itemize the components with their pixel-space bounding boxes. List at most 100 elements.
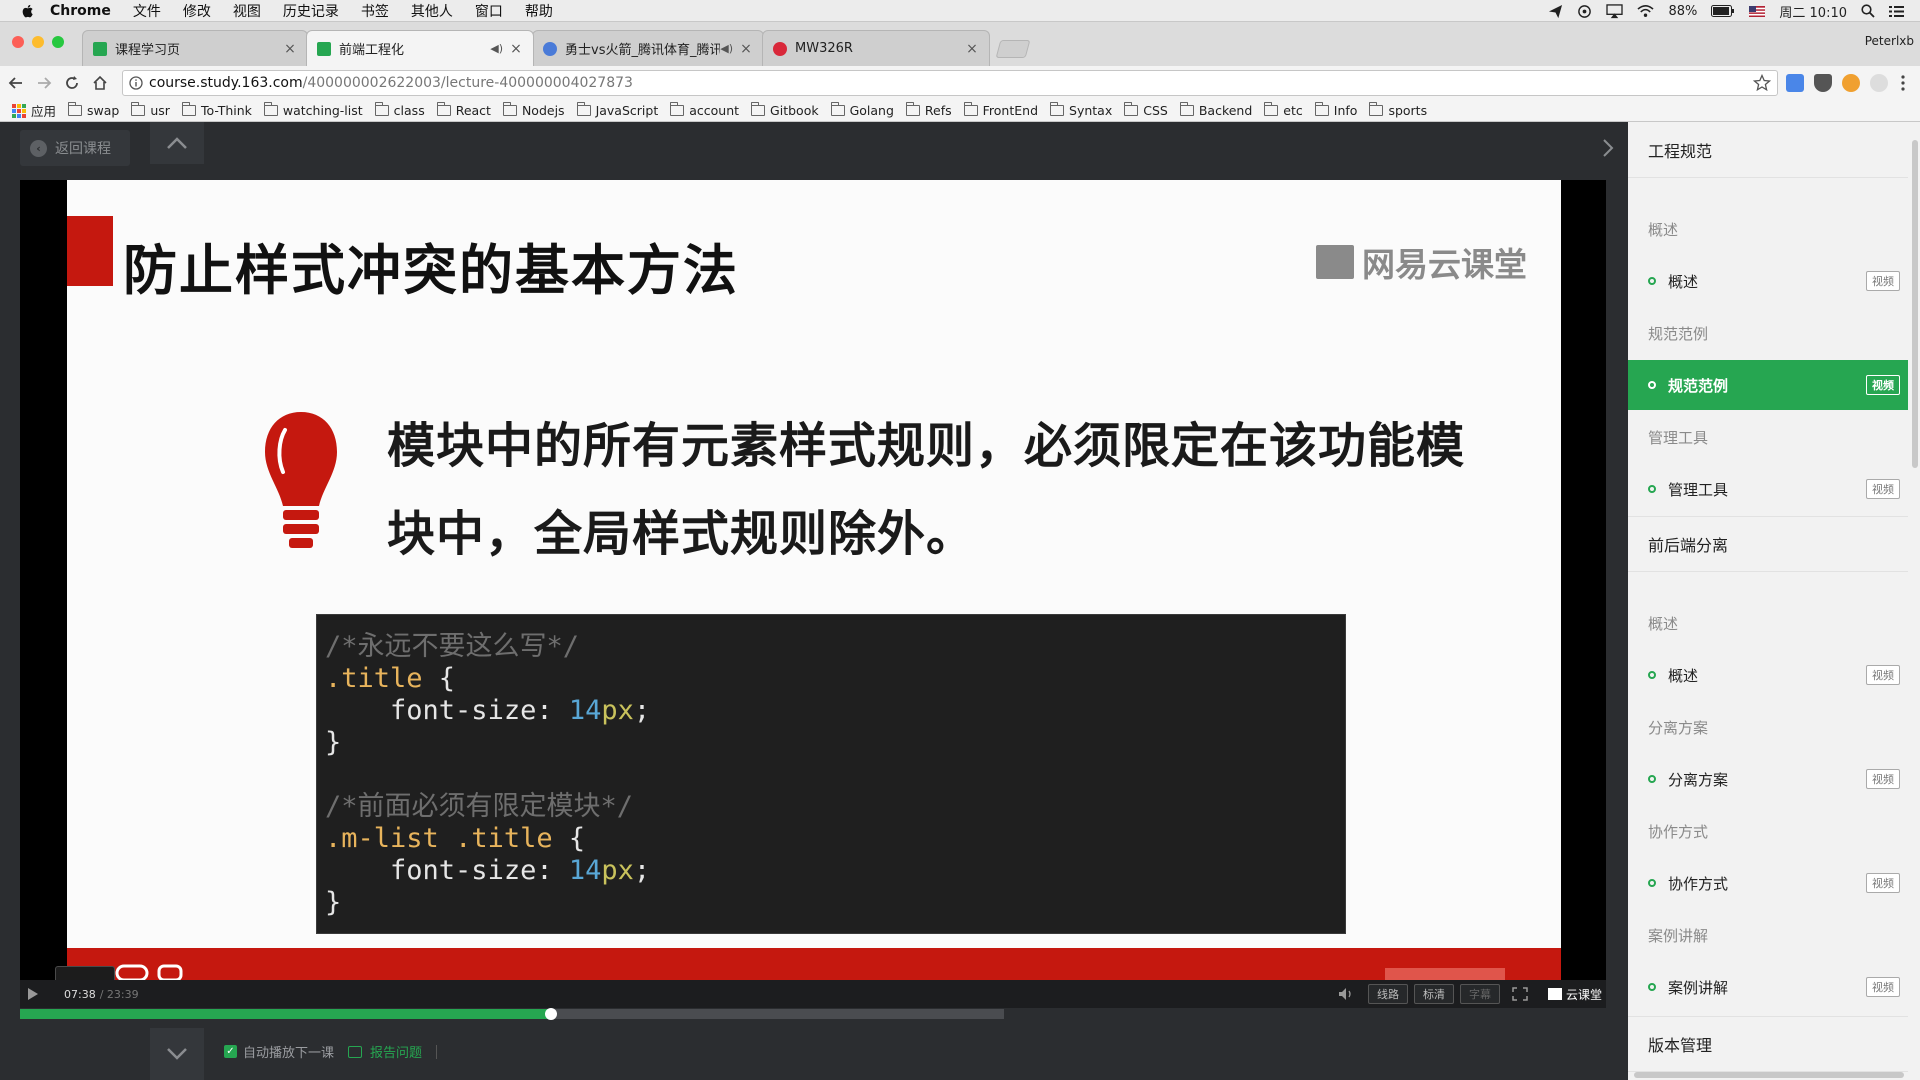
bookmark-folder-css[interactable]: CSS <box>1124 102 1168 118</box>
lesson-item[interactable]: 概述 视频 <box>1628 650 1908 700</box>
menu-window[interactable]: 窗口 <box>475 1 503 21</box>
tab-close-icon[interactable]: × <box>965 41 979 57</box>
slide-footer-bar <box>67 948 1561 980</box>
bookmark-folder-etc[interactable]: etc <box>1264 102 1303 118</box>
video-frame[interactable]: 防止样式冲突的基本方法 网易云课堂 模块中的所有元素样式规则，必须限定在该功能模… <box>20 180 1606 980</box>
tab-close-icon[interactable]: × <box>283 41 297 57</box>
autoplay-label[interactable]: 自动播放下一课 <box>243 1042 334 1061</box>
tab-close-icon[interactable]: × <box>739 41 753 57</box>
profile-name[interactable]: Peterlxb <box>1865 34 1914 48</box>
notification-center-icon[interactable] <box>1889 5 1904 18</box>
tab-frontend-engineering[interactable]: 前端工程化 ◀) × <box>306 30 534 66</box>
bookmark-folder-to-think[interactable]: To-Think <box>181 102 252 118</box>
speaker-icon[interactable]: ◀) <box>490 42 503 55</box>
menu-edit[interactable]: 修改 <box>183 1 211 21</box>
window-close-button[interactable] <box>12 36 24 48</box>
bookmark-folder-nodejs[interactable]: Nodejs <box>502 102 565 118</box>
tab-router-admin[interactable]: MW326R × <box>762 30 990 66</box>
menu-file[interactable]: 文件 <box>133 1 161 21</box>
progress-handle[interactable] <box>545 1008 558 1020</box>
send-icon[interactable] <box>1548 4 1563 19</box>
chapter-heading[interactable]: 工程规范 <box>1628 122 1908 178</box>
route-select-button[interactable]: 线路 <box>1367 984 1408 1004</box>
chrome-menu-icon[interactable] <box>1900 74 1906 92</box>
lesson-item[interactable]: 分离方案 视频 <box>1628 754 1908 804</box>
tab-sports-news[interactable]: 勇士vs火箭_腾讯体育_腾讯网 ◀) × <box>532 30 764 66</box>
translate-extension-icon[interactable] <box>1786 74 1804 92</box>
window-zoom-button[interactable] <box>52 36 64 48</box>
lesson-item[interactable]: 案例讲解 视频 <box>1628 962 1908 1012</box>
volume-icon[interactable] <box>1338 987 1354 1001</box>
quality-select-button[interactable]: 标清 <box>1413 984 1454 1004</box>
extension-icon[interactable] <box>1870 74 1888 92</box>
report-issue-link[interactable]: 报告问题 <box>348 1042 422 1061</box>
tab-course-study-page[interactable]: 课程学习页 × <box>82 30 308 66</box>
back-to-course-button[interactable]: ‹ 返回课程 <box>20 130 130 166</box>
bookmark-star-icon[interactable] <box>1753 74 1771 92</box>
menu-history[interactable]: 历史记录 <box>283 1 339 21</box>
forward-arrow-icon[interactable] <box>32 71 56 95</box>
autoplay-checkbox[interactable]: ✓ <box>224 1045 237 1058</box>
reload-icon[interactable] <box>60 71 84 95</box>
airplay-icon[interactable] <box>1606 3 1624 19</box>
back-arrow-icon[interactable] <box>4 71 28 95</box>
menu-view[interactable]: 视图 <box>233 1 261 21</box>
extension-icon[interactable] <box>1842 74 1860 92</box>
bookmark-folder-watching-list[interactable]: watching-list <box>263 102 363 118</box>
next-lesson-button[interactable] <box>150 1028 204 1080</box>
window-minimize-button[interactable] <box>32 36 44 48</box>
sidebar-horizontal-scrollbar[interactable] <box>1634 1072 1904 1078</box>
lesson-item-active[interactable]: 规范范例 视频 <box>1628 360 1908 410</box>
bookmark-folder-usr[interactable]: usr <box>131 102 170 118</box>
bookmark-folder-class[interactable]: class <box>374 102 425 118</box>
bookmark-folder-info[interactable]: Info <box>1314 102 1357 118</box>
chapter-heading[interactable]: 版本管理 <box>1628 1016 1908 1072</box>
wifi-icon[interactable] <box>1637 4 1655 18</box>
progress-bar[interactable] <box>20 1008 1004 1020</box>
sidebar-scrollbar[interactable] <box>1912 140 1918 468</box>
menu-app-name[interactable]: Chrome <box>50 3 111 19</box>
page-info-icon[interactable] <box>129 76 143 90</box>
previous-lesson-button[interactable] <box>150 122 204 164</box>
speaker-icon[interactable]: ◀) <box>720 42 733 55</box>
us-flag-icon[interactable] <box>1749 5 1766 17</box>
bookmark-folder-swap[interactable]: swap <box>68 102 119 118</box>
pocket-extension-icon[interactable] <box>1814 74 1832 92</box>
menu-bookmarks[interactable]: 书签 <box>361 1 389 21</box>
subtitle-button[interactable]: 字幕 <box>1459 984 1500 1004</box>
bookmark-folder-gitbook[interactable]: Gitbook <box>751 102 819 118</box>
bookmark-folder-javascript[interactable]: JavaScript <box>576 102 658 118</box>
play-pause-button[interactable] <box>28 987 42 1001</box>
bookmark-folder-golang[interactable]: Golang <box>830 102 894 118</box>
bookmark-folder-refs[interactable]: Refs <box>905 102 952 118</box>
big-play-button[interactable] <box>55 966 115 980</box>
code-comment: /*永远不要这么写*/ <box>325 631 580 662</box>
fullscreen-icon[interactable] <box>1512 987 1528 1001</box>
home-icon[interactable] <box>88 71 112 95</box>
address-bar[interactable]: course.study.163.com/400000002622003/lec… <box>122 70 1778 96</box>
new-tab-button[interactable] <box>995 40 1031 58</box>
bookmark-folder-sports[interactable]: sports <box>1369 102 1427 118</box>
expand-sidebar-button[interactable] <box>1596 136 1620 160</box>
bookmark-folder-syntax[interactable]: Syntax <box>1050 102 1112 118</box>
menu-people[interactable]: 其他人 <box>411 1 453 21</box>
lesson-status-icon <box>1648 775 1656 783</box>
lesson-label: 概述 <box>1668 666 1699 685</box>
menu-clock[interactable]: 周二 10:10 <box>1779 2 1847 21</box>
menu-help[interactable]: 帮助 <box>525 1 553 21</box>
bookmark-folder-react[interactable]: React <box>436 102 491 118</box>
bookmark-folder-account[interactable]: account <box>670 102 739 118</box>
lesson-item[interactable]: 协作方式 视频 <box>1628 858 1908 908</box>
tab-close-icon[interactable]: × <box>509 41 523 57</box>
battery-icon[interactable] <box>1711 5 1735 17</box>
bookmark-apps[interactable]: 应用 <box>12 101 56 120</box>
lesson-item[interactable]: 管理工具 视频 <box>1628 464 1908 514</box>
chapter-heading[interactable]: 前后端分离 <box>1628 516 1908 572</box>
spotlight-search-icon[interactable] <box>1861 4 1875 18</box>
bookmark-folder-frontend[interactable]: FrontEnd <box>963 102 1038 118</box>
bookmark-folder-backend[interactable]: Backend <box>1179 102 1252 118</box>
qq-status-icon[interactable] <box>1577 4 1592 19</box>
apple-logo-icon[interactable] <box>20 3 36 19</box>
lesson-item[interactable]: 概述 视频 <box>1628 256 1908 306</box>
folder-icon <box>963 102 978 116</box>
